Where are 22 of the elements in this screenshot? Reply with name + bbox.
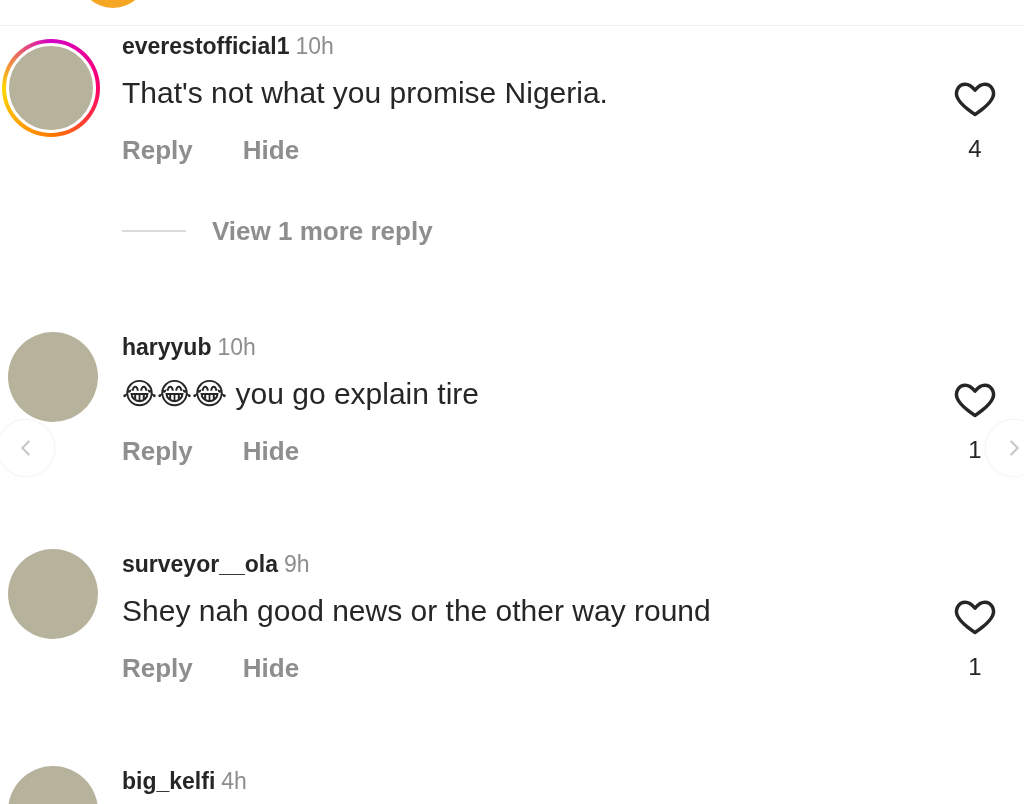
comment-time: 10h xyxy=(295,33,334,59)
username[interactable]: haryyub xyxy=(122,334,212,360)
comment-time: 9h xyxy=(284,551,310,577)
comment-text: That's not what you promise Nigeria. xyxy=(122,75,609,111)
username[interactable]: surveyor__ola xyxy=(122,551,278,577)
comment-action-link[interactable]: Hide xyxy=(242,651,300,685)
like-count: 4 xyxy=(968,134,982,164)
view-replies-link[interactable]: View 1 more reply xyxy=(212,214,433,248)
comment-text: 😂😂😂 you go explain tire xyxy=(122,376,480,412)
previous-button[interactable] xyxy=(0,420,54,476)
like-count: 1 xyxy=(968,652,982,682)
comment-action-link[interactable]: Reply xyxy=(122,651,193,685)
comment-time: 10h xyxy=(217,334,256,360)
comment-action-link[interactable]: Reply xyxy=(122,133,193,167)
username[interactable]: big_kelfi xyxy=(122,768,216,794)
comment-text: Shey nah good news or the other way round xyxy=(122,593,712,629)
like-count: 1 xyxy=(968,435,982,465)
comment-action-link[interactable]: Hide xyxy=(242,133,300,167)
username[interactable]: everestofficial1 xyxy=(122,33,290,59)
comment-time: 4h xyxy=(221,768,247,794)
comment-action-link[interactable]: Reply xyxy=(122,434,193,468)
comment-action-link[interactable]: Hide xyxy=(242,434,300,468)
